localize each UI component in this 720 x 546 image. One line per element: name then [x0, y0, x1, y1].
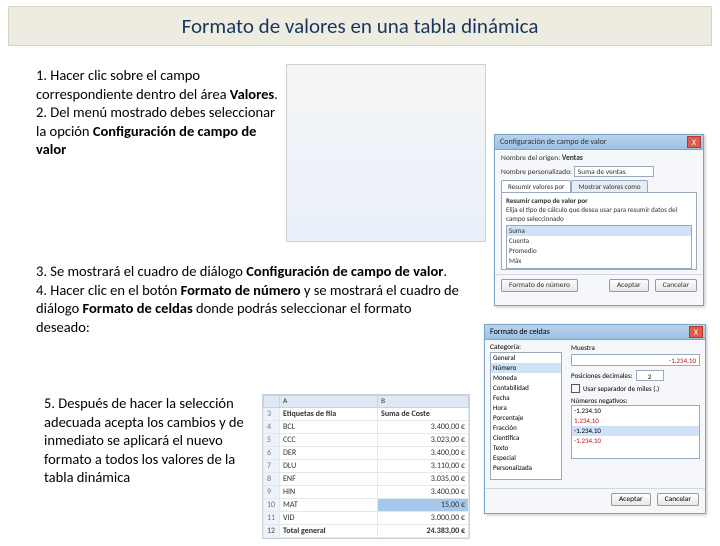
source-name-value: Ventas — [562, 154, 583, 163]
header-rowlabels: Etiquetas de fila — [280, 408, 378, 421]
list-item[interactable]: Porcentaje — [491, 413, 561, 423]
p1-bold-valores: Valores — [230, 85, 274, 103]
p2-bold-config: Configuración de campo de valor — [246, 262, 443, 280]
table-row: 4BCL3.400,00 € — [264, 421, 469, 434]
list-item[interactable]: 1.234,10 — [572, 416, 699, 426]
col-rownum — [264, 396, 280, 408]
table-row: 5CCC3.023,00 € — [264, 434, 469, 447]
custom-name-label: Nombre personalizado: — [501, 168, 572, 177]
decimals-stepper[interactable]: 2 — [636, 370, 664, 381]
checkbox-icon[interactable] — [571, 384, 580, 393]
list-item[interactable]: Texto — [491, 443, 561, 453]
cancel-button[interactable]: Cancelar — [657, 493, 699, 506]
list-item[interactable]: Personalizada — [491, 463, 561, 473]
dialog-title-text: Configuración de campo de valor — [500, 137, 607, 147]
list-item[interactable]: Moneda — [491, 373, 561, 383]
value-field-settings-dialog: Configuración de campo de valor X Nombre… — [494, 134, 704, 306]
paragraph-3: 5. Después de hacer la selección adecuad… — [44, 394, 254, 487]
aggregate-function-list[interactable]: Suma Cuenta Promedio Máx — [506, 225, 692, 269]
p1-text-a2: . — [274, 85, 278, 103]
table-row: 11VID3.000,00 € — [264, 512, 469, 525]
ok-button[interactable]: Aceptar — [609, 279, 649, 292]
list-item[interactable]: Máx — [507, 256, 691, 266]
slide-title: Formato de valores en una tabla dinámica — [8, 6, 712, 46]
negative-numbers-list[interactable]: -1.234,10 1.234,10 -1.234,10 -1.234,10 — [571, 405, 700, 459]
table-row: 8ENF3.035,00 € — [264, 473, 469, 486]
p2-bold-formato-celdas: Formato de celdas — [83, 299, 193, 317]
list-item[interactable]: Fecha — [491, 393, 561, 403]
list-item[interactable]: Cuenta — [507, 236, 691, 246]
close-icon[interactable]: X — [689, 326, 703, 338]
p2-text-a: 3. Se mostrará el cuadro de diálogo — [36, 262, 246, 280]
custom-name-input[interactable]: Suma de ventas — [574, 166, 654, 177]
list-item[interactable]: Hora — [491, 403, 561, 413]
list-item[interactable]: -1.234,10 — [572, 406, 699, 416]
dialog-title-bar: Formato de celdas X — [485, 325, 705, 340]
sample-label: Muestra — [571, 343, 700, 352]
paragraph-1: 1. Hacer clic sobre el campo correspondi… — [36, 66, 286, 159]
p1-text-a: 1. Hacer clic sobre el campo correspondi… — [36, 66, 230, 103]
panel-heading: Resumir campo de valor por — [506, 196, 588, 205]
header-sum: Suma de Coste — [378, 408, 469, 421]
number-format-button[interactable]: Formato de número — [501, 279, 578, 292]
table-row: 10MAT15,00 € — [264, 499, 469, 512]
tab-show-values-as[interactable]: Mostrar valores como — [571, 180, 647, 192]
dialog-title-bar: Configuración de campo de valor X — [495, 135, 703, 150]
table-row: 6DER3.400,00 € — [264, 447, 469, 460]
col-a: A — [280, 396, 378, 408]
table-row: 9HIN3.400,00 € — [264, 486, 469, 499]
paragraph-2: 3. Se mostrará el cuadro de diálogo Conf… — [36, 262, 466, 336]
list-item[interactable]: -1.234,10 — [572, 436, 699, 446]
table-row: 12Total general24.383,00 € — [264, 525, 469, 538]
p2-text-b: 4. Hacer clic en el botón — [36, 281, 181, 299]
list-item[interactable]: Científica — [491, 433, 561, 443]
ok-button[interactable]: Aceptar — [611, 493, 651, 506]
p2-text-a2: . — [443, 262, 447, 280]
list-item[interactable]: Promedio — [507, 246, 691, 256]
p2-bold-formato-numero: Formato de número — [181, 281, 301, 299]
list-item[interactable]: -1.234,10 — [572, 426, 699, 436]
pivot-table-preview: A B 3 Etiquetas de fila Suma de Coste 4B… — [262, 394, 470, 539]
close-icon[interactable]: X — [687, 136, 701, 148]
col-b: B — [378, 396, 469, 408]
dialog-title-text: Formato de celdas — [490, 327, 550, 337]
category-list[interactable]: General Número Moneda Contabilidad Fecha… — [490, 352, 562, 480]
decimals-label: Posiciones decimales: — [571, 371, 633, 380]
list-item[interactable]: Contabilidad — [491, 383, 561, 393]
excel-screenshot-image — [286, 64, 486, 242]
list-item[interactable]: Número — [491, 363, 561, 373]
category-label: Categoría: — [490, 343, 566, 352]
cancel-button[interactable]: Cancelar — [655, 279, 697, 292]
list-item[interactable]: Suma — [507, 226, 691, 236]
tab-summarize-by[interactable]: Resumir valores por — [501, 180, 571, 192]
summarize-panel: Resumir campo de valor por Elija el tipo… — [501, 192, 697, 270]
panel-description: Elija el tipo de cálculo que desea usar … — [506, 205, 692, 223]
thousands-separator-label: Usar separador de miles (.) — [583, 384, 659, 393]
table-row: 7DLU3.110,00 € — [264, 460, 469, 473]
list-item[interactable]: General — [491, 353, 561, 363]
format-cells-dialog: Formato de celdas X Categoría: General N… — [484, 324, 706, 514]
sample-box: -1.234,10 — [571, 354, 700, 366]
list-item[interactable]: Fracción — [491, 423, 561, 433]
rownum: 3 — [264, 408, 280, 421]
list-item[interactable]: Especial — [491, 453, 561, 463]
negative-numbers-label: Números negativos: — [571, 396, 700, 405]
source-name-label: Nombre del origen: — [501, 154, 560, 163]
